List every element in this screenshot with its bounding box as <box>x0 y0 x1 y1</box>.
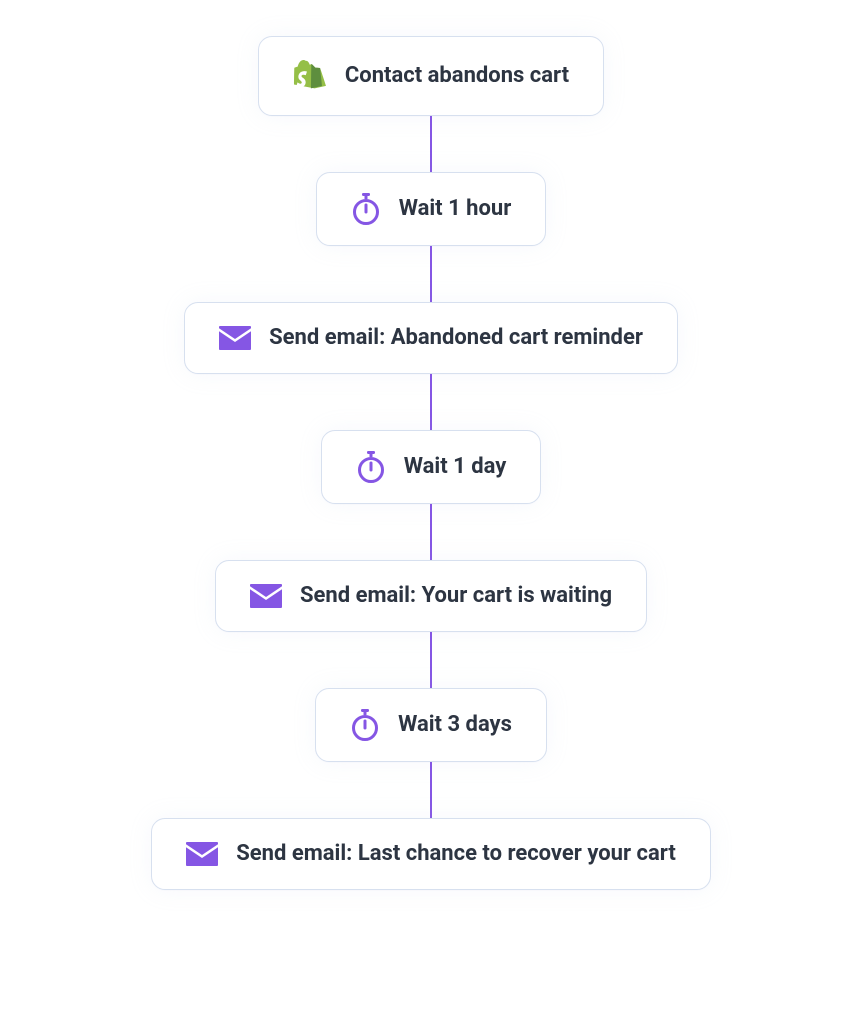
connector-line <box>430 116 432 172</box>
node-label: Wait 3 days <box>398 712 512 738</box>
stopwatch-icon <box>351 193 381 225</box>
workflow-node-wait[interactable]: Wait 1 day <box>321 430 542 504</box>
workflow-node-wait[interactable]: Wait 1 hour <box>316 172 547 246</box>
node-label: Send email: Last chance to recover your … <box>236 841 676 867</box>
connector-line <box>430 632 432 688</box>
workflow-node-email[interactable]: Send email: Abandoned cart reminder <box>184 302 678 374</box>
node-label: Send email: Your cart is waiting <box>300 583 612 609</box>
node-label: Send email: Abandoned cart reminder <box>269 325 643 351</box>
connector-line <box>430 374 432 430</box>
connector-line <box>430 246 432 302</box>
workflow-node-email[interactable]: Send email: Last chance to recover your … <box>151 818 711 890</box>
connector-line <box>430 762 432 818</box>
shopify-bag-icon <box>293 57 327 95</box>
workflow-canvas: Contact abandons cart Wait 1 hour Send e… <box>0 0 862 1024</box>
workflow-node-trigger[interactable]: Contact abandons cart <box>258 36 604 116</box>
connector-line <box>430 504 432 560</box>
email-icon <box>219 326 251 350</box>
stopwatch-icon <box>350 709 380 741</box>
node-label: Wait 1 hour <box>399 196 512 222</box>
stopwatch-icon <box>356 451 386 483</box>
email-icon <box>186 842 218 866</box>
workflow-node-email[interactable]: Send email: Your cart is waiting <box>215 560 647 632</box>
node-label: Contact abandons cart <box>345 63 569 89</box>
node-label: Wait 1 day <box>404 454 507 480</box>
email-icon <box>250 584 282 608</box>
workflow-node-wait[interactable]: Wait 3 days <box>315 688 547 762</box>
